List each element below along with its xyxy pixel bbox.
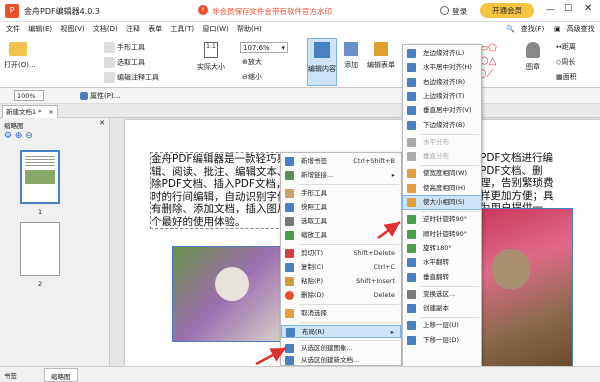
arrow-to-same-size [377,220,401,240]
arrow-to-layout [255,346,287,366]
annotation-arrows [255,220,401,366]
tab-bookmarks[interactable]: 书签 [4,370,17,380]
status-bar: 书签 缩略图 [0,366,600,382]
tab-thumbnails[interactable]: 缩略图 [44,368,78,382]
